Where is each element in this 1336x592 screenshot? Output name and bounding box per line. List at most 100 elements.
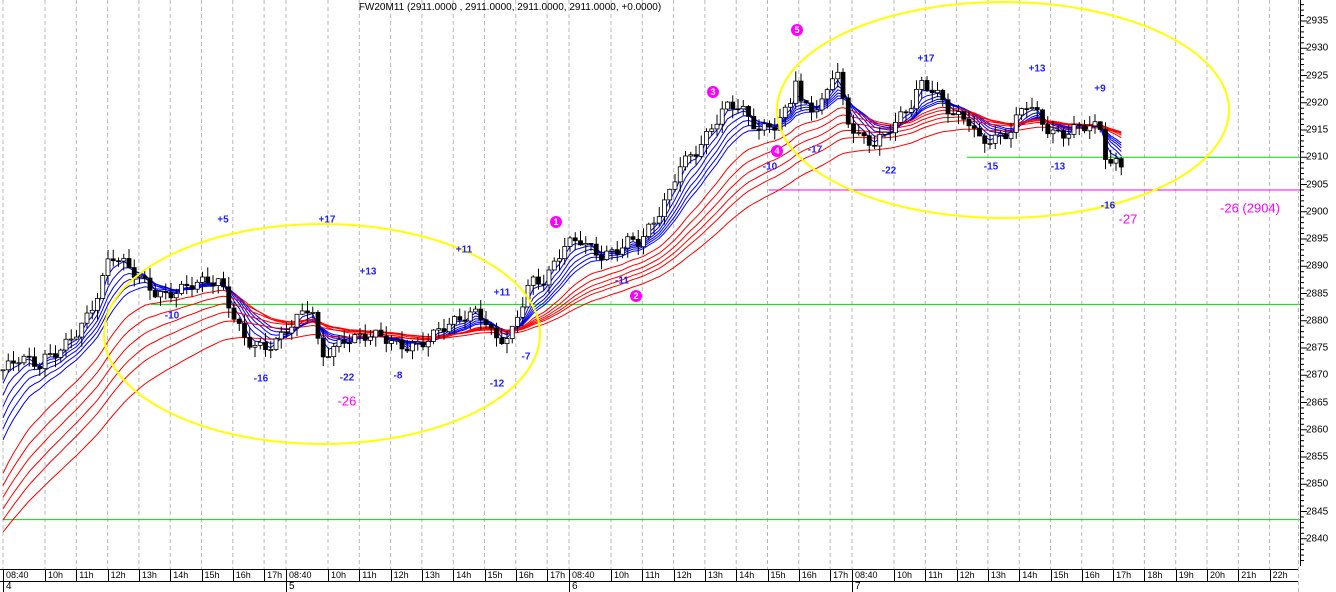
- candle-body: [1071, 124, 1077, 135]
- candle: [158, 290, 163, 306]
- x-axis-tick-label: 10h: [894, 570, 925, 581]
- candle-body: [520, 306, 526, 318]
- candle: [299, 303, 305, 316]
- candle-body: [1103, 129, 1108, 160]
- candle-body: [641, 236, 646, 248]
- x-axis-tick-label: 17h: [1113, 570, 1144, 581]
- candle: [11, 351, 16, 371]
- candle-body: [63, 338, 69, 351]
- candle: [352, 332, 358, 344]
- candle-body: [725, 101, 730, 110]
- move-annotation: -11: [615, 275, 629, 287]
- y-axis-tick-label: 2845: [1306, 506, 1329, 517]
- candle-body: [583, 243, 589, 246]
- candle-body: [735, 108, 741, 111]
- candle-body: [651, 222, 657, 225]
- x-axis-tick-label: 08:40: [3, 570, 45, 581]
- candle-body: [152, 289, 158, 298]
- candle-body: [226, 286, 232, 309]
- candle-body: [373, 329, 379, 338]
- candle: [987, 134, 993, 150]
- candle: [1118, 156, 1124, 176]
- candle-body: [357, 333, 363, 336]
- candle-body: [389, 340, 394, 344]
- ma-long-30: [2, 113, 1122, 498]
- candle-body: [16, 362, 22, 365]
- candle-body: [767, 123, 772, 128]
- candle-body: [887, 131, 893, 134]
- candle-body: [242, 323, 247, 338]
- candle: [830, 70, 835, 92]
- candle-body: [546, 269, 552, 286]
- candle-body: [908, 108, 914, 113]
- candle-body: [168, 292, 174, 299]
- x-axis-tick-label: 14h: [1019, 570, 1050, 581]
- candle-body: [273, 338, 279, 350]
- candle-body: [998, 133, 1003, 136]
- ma-long-50: [2, 126, 1122, 533]
- candle-body: [436, 328, 442, 331]
- candle-body: [515, 316, 520, 327]
- candle-body: [341, 339, 347, 344]
- candle: [137, 275, 142, 284]
- x-axis-tick-label: 12h: [390, 570, 422, 581]
- candle-body: [0, 369, 6, 372]
- move-annotation: -16: [1100, 200, 1116, 212]
- candle-body: [588, 243, 594, 245]
- candle-body: [126, 258, 132, 268]
- candle-body: [756, 128, 762, 131]
- candle: [431, 329, 436, 345]
- candle-body: [740, 106, 746, 110]
- candle: [1082, 119, 1087, 134]
- candle-body: [672, 181, 678, 190]
- candle-body: [257, 341, 263, 346]
- move-annotation: -10: [762, 161, 778, 173]
- candle: [725, 101, 730, 111]
- move-annotation: +17: [917, 53, 935, 65]
- x-axis-tick-label: 10h: [45, 570, 76, 581]
- candle: [1029, 97, 1035, 110]
- candle-body: [704, 130, 709, 145]
- ma-short-11: [2, 95, 1122, 430]
- y-axis-tick-label: 2865: [1306, 397, 1329, 408]
- candle: [1071, 115, 1077, 139]
- x-axis-tick-label: 08:40: [569, 570, 611, 581]
- move-annotation: -22: [339, 372, 355, 384]
- candle: [331, 342, 337, 366]
- candle-body: [593, 243, 599, 256]
- price-chart: [0, 0, 1307, 592]
- candle-body: [32, 356, 37, 367]
- candle-body: [452, 316, 457, 325]
- move-annotation: +9: [1094, 83, 1106, 95]
- candle-body: [809, 102, 814, 113]
- candle-body: [457, 316, 463, 321]
- candle-body: [898, 111, 904, 123]
- move-annotation: -16: [253, 373, 269, 385]
- drawdown-annotation: -26: [337, 393, 357, 409]
- candle: [184, 275, 190, 295]
- candle-body: [236, 318, 242, 324]
- candle-body: [1076, 124, 1082, 126]
- candle-body: [263, 341, 268, 350]
- candle-body: [856, 132, 862, 135]
- candle-body: [693, 154, 699, 157]
- x-axis-tick-label: 14h: [170, 570, 201, 581]
- candle: [378, 322, 384, 338]
- x-axis-tick-label: 18h: [1144, 570, 1175, 581]
- candle: [1040, 108, 1045, 132]
- candle-body: [572, 237, 578, 242]
- wave-marker: 1: [550, 216, 562, 228]
- candle: [509, 325, 515, 344]
- candle-body: [147, 277, 153, 291]
- candle: [740, 99, 746, 116]
- candle: [110, 249, 116, 267]
- candle-body: [1087, 125, 1093, 132]
- x-axis-tick-label: 15h: [484, 570, 516, 581]
- moving-averages: [2, 79, 1122, 533]
- candle-body: [1013, 114, 1019, 133]
- candle: [32, 347, 37, 371]
- candle-body: [714, 123, 720, 130]
- candle-body: [578, 240, 583, 246]
- candle: [257, 338, 263, 350]
- x-axis-tick-label: 13h: [421, 570, 453, 581]
